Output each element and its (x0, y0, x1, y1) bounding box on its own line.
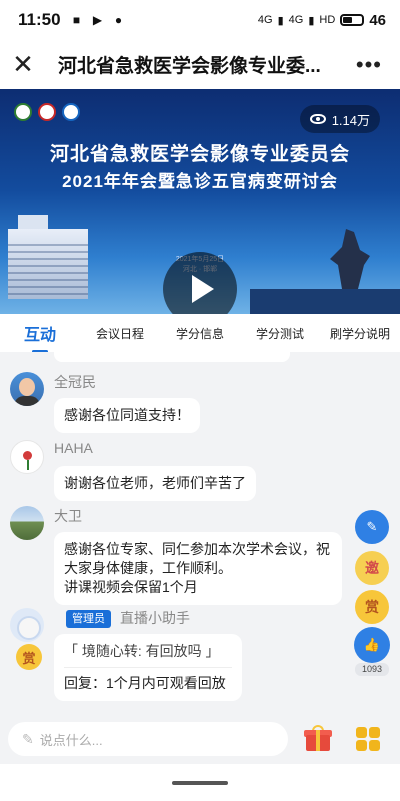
battery-icon (340, 14, 365, 26)
gift-icon-ribbon (316, 730, 320, 751)
hd-indicator: HD (319, 14, 336, 26)
signal-icon: ▮ (277, 14, 284, 27)
comment-input[interactable]: ✎ 说点什么... (8, 722, 288, 756)
eye-icon (309, 114, 326, 124)
grid-icon (369, 740, 380, 751)
status-notification-icons: ■ ▶ ● (69, 12, 127, 28)
comment-placeholder: 说点什么... (39, 732, 103, 748)
view-count-badge: 1.14万 (299, 105, 380, 133)
tab-bar: 互动 会议日程 学分信息 学分测试 刷学分说明 (0, 314, 400, 353)
video-app-icon: ▶ (92, 13, 103, 27)
tab-interaction[interactable]: 互动 (0, 321, 80, 353)
reward-button[interactable]: 赏 (355, 590, 389, 624)
status-time: 11:50 (18, 10, 61, 29)
message-bubble: 「 境随心转: 有回放吗 」 回复：1个月内可观看回放 (54, 634, 242, 701)
status-bar: 11:50 ■ ▶ ● 4G ▮ 4G ▮ HD 46 (0, 0, 400, 40)
banner-title-line1: 河北省急救医学会影像专业委员会 (49, 144, 350, 165)
home-indicator[interactable] (172, 781, 228, 785)
admin-badge: 管理员 (66, 610, 111, 628)
app-bar: ✕ 河北省急救医学会影像专业委... ••• (0, 40, 400, 88)
invite-label: 邀 (365, 560, 379, 576)
network-indicator-left: 4G (257, 14, 273, 26)
signal-icon-2: ▮ (308, 14, 315, 27)
gift-button[interactable] (304, 725, 332, 753)
network-indicator-right: 4G (288, 14, 304, 26)
tab-credit-info[interactable]: 学分信息 (160, 325, 240, 342)
partial-message-bubble (54, 352, 290, 362)
like-count: 1093 (355, 663, 389, 676)
grid-icon (356, 727, 367, 738)
organizer-logos (14, 103, 80, 121)
quoted-message: 「 境随心转: 有回放吗 」 (64, 642, 232, 668)
sender-name: 大卫 (54, 508, 82, 524)
page-title: 河北省急救医学会影像专业委... (58, 55, 321, 77)
sender-name: 直播小助手 (120, 610, 190, 626)
apps-button[interactable] (356, 727, 380, 751)
battery-level: 46 (369, 11, 386, 29)
tab-schedule[interactable]: 会议日程 (80, 325, 160, 342)
view-count: 1.14万 (331, 112, 370, 128)
logo-icon (38, 103, 56, 121)
logo-icon (14, 103, 32, 121)
video-player[interactable]: 1.14万 河北省急救医学会影像专业委员会 2021年年会暨急诊五官病变研讨会 … (0, 89, 400, 314)
like-button[interactable]: 👍 (354, 627, 390, 663)
grid-icon (369, 727, 380, 738)
avatar[interactable] (10, 506, 44, 540)
statue-image (330, 229, 370, 289)
avatar[interactable] (10, 372, 44, 406)
grid-icon (356, 740, 367, 751)
message-bubble: 感谢各位同道支持！ (54, 398, 200, 433)
notification-icon: ■ (72, 13, 81, 27)
status-right: 4G ▮ 4G ▮ HD 46 (258, 12, 386, 29)
tab-credit-test[interactable]: 学分测试 (240, 325, 320, 342)
message-line: 大家身体健康，工作顺利。 (64, 560, 232, 576)
close-button[interactable]: ✕ (0, 40, 46, 88)
message-bubble: 感谢各位专家、同仁参加本次学术会议，祝 大家身体健康，工作顺利。 讲课视频会保留… (54, 532, 342, 605)
logo-icon (62, 103, 80, 121)
message-line: 感谢各位专家、同仁参加本次学术会议，祝 (64, 541, 330, 557)
cityscape-image (250, 289, 400, 314)
close-icon: ✕ (12, 48, 34, 79)
edit-icon: ✎ (366, 519, 378, 534)
sender-name: 全冠民 (54, 374, 96, 390)
pen-icon: ✎ (22, 730, 34, 747)
thumbs-up-icon: 👍 (363, 637, 381, 652)
note-button[interactable]: ✎ (355, 510, 389, 544)
avatar[interactable] (10, 440, 44, 474)
comment-bar: ✎ 说点什么... (0, 714, 400, 764)
banner-title-line2: 2021年年会暨急诊五官病变研讨会 (62, 172, 338, 191)
reward-badge[interactable]: 赏 (16, 644, 42, 670)
chat-list[interactable]: 全冠民 感谢各位同道支持！ HAHA 谢谢各位老师，老师们辛苦了 大卫 感谢各位… (0, 352, 400, 714)
message-bubble: 谢谢各位老师，老师们辛苦了 (54, 466, 256, 501)
system-nav-bar (0, 764, 400, 801)
more-button[interactable]: ••• (356, 52, 382, 78)
more-icon: ••• (355, 52, 382, 77)
avatar[interactable] (10, 608, 44, 642)
message-line: 讲课视频会保留1个月 (64, 579, 198, 595)
invite-button[interactable]: 邀 (355, 551, 389, 585)
tab-credit-guide[interactable]: 刷学分说明 (320, 325, 400, 342)
sender-name: HAHA (54, 440, 93, 456)
reply-text: 回复：1个月内可观看回放 (64, 675, 226, 691)
navigation-icon: ● (114, 13, 123, 27)
reward-label: 赏 (365, 599, 379, 615)
